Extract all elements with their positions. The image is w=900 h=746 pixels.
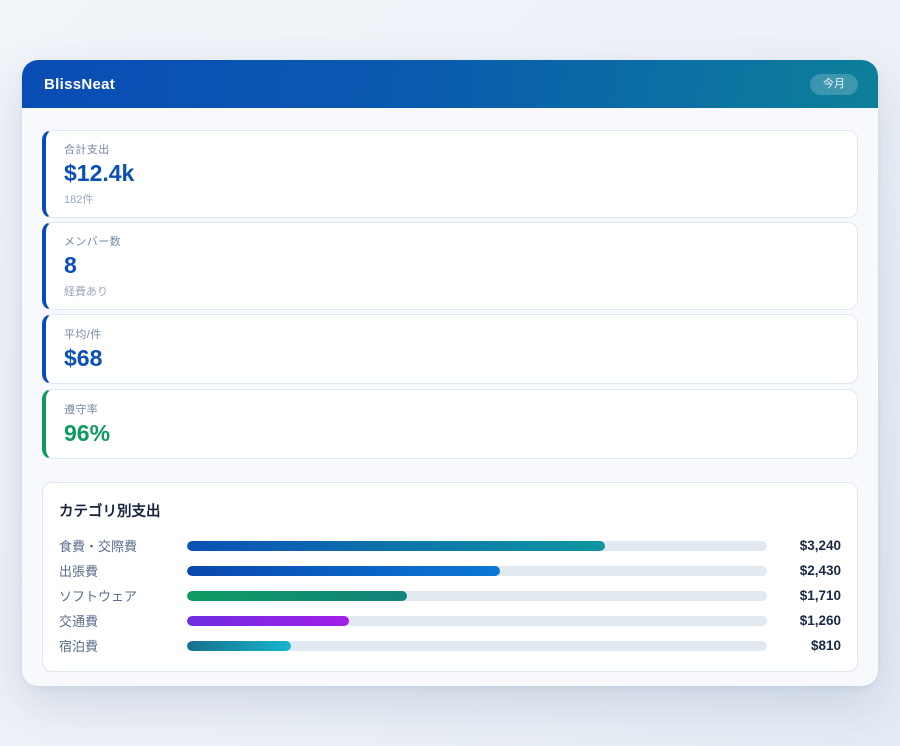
stat-value: 96% [64,421,839,446]
stat-card: 合計支出 $12.4k 182件 [42,130,858,218]
period-badge[interactable]: 今月 [810,74,858,95]
category-breakdown-card: カテゴリ別支出 食費・交際費 $3,240 出張費 $2,430 ソフトウェア … [42,482,858,672]
category-bar-track [187,566,767,576]
dashboard-card: BlissNeat 今月 合計支出 $12.4k 182件 メンバー数 8 経費… [22,60,878,686]
category-bar-fill [187,641,291,651]
category-bar-track [187,616,767,626]
category-row: 交通費 $1,260 [59,608,841,633]
app-header: BlissNeat 今月 [22,60,878,108]
category-label: 食費・交際費 [59,536,179,555]
category-row: 宿泊費 $810 [59,633,841,658]
category-label: 宿泊費 [59,636,179,655]
category-amount: $1,710 [775,588,841,603]
stat-card: 平均/件 $68 [42,314,858,384]
category-rows: 食費・交際費 $3,240 出張費 $2,430 ソフトウェア $1,710 交… [59,533,841,658]
stat-label: 平均/件 [64,326,839,342]
category-bar-track [187,591,767,601]
category-bar-fill [187,591,407,601]
category-amount: $1,260 [775,613,841,628]
category-row: 出張費 $2,430 [59,558,841,583]
app-title: BlissNeat [44,76,115,93]
category-bar-track [187,641,767,651]
category-bar-track [187,541,767,551]
stat-card: 遵守率 96% [42,389,858,459]
stat-label: メンバー数 [64,233,839,249]
category-amount: $2,430 [775,563,841,578]
stats-list: 合計支出 $12.4k 182件 メンバー数 8 経費あり 平均/件 $68 遵… [42,130,858,464]
stat-label: 合計支出 [64,141,839,157]
category-label: 出張費 [59,561,179,580]
stat-value: $68 [64,346,839,371]
stat-sub: 182件 [64,191,839,207]
category-breakdown-title: カテゴリ別支出 [59,500,841,521]
category-amount: $3,240 [775,538,841,553]
category-bar-fill [187,541,605,551]
category-label: ソフトウェア [59,586,179,605]
category-label: 交通費 [59,611,179,630]
category-row: ソフトウェア $1,710 [59,583,841,608]
stat-sub: 経費あり [64,283,839,299]
stat-label: 遵守率 [64,401,839,417]
stat-value: $12.4k [64,161,839,186]
stat-card: メンバー数 8 経費あり [42,222,858,310]
dashboard-content: 合計支出 $12.4k 182件 メンバー数 8 経費あり 平均/件 $68 遵… [22,108,878,672]
category-row: 食費・交際費 $3,240 [59,533,841,558]
category-bar-fill [187,566,500,576]
category-amount: $810 [775,638,841,653]
stat-value: 8 [64,253,839,278]
category-bar-fill [187,616,349,626]
